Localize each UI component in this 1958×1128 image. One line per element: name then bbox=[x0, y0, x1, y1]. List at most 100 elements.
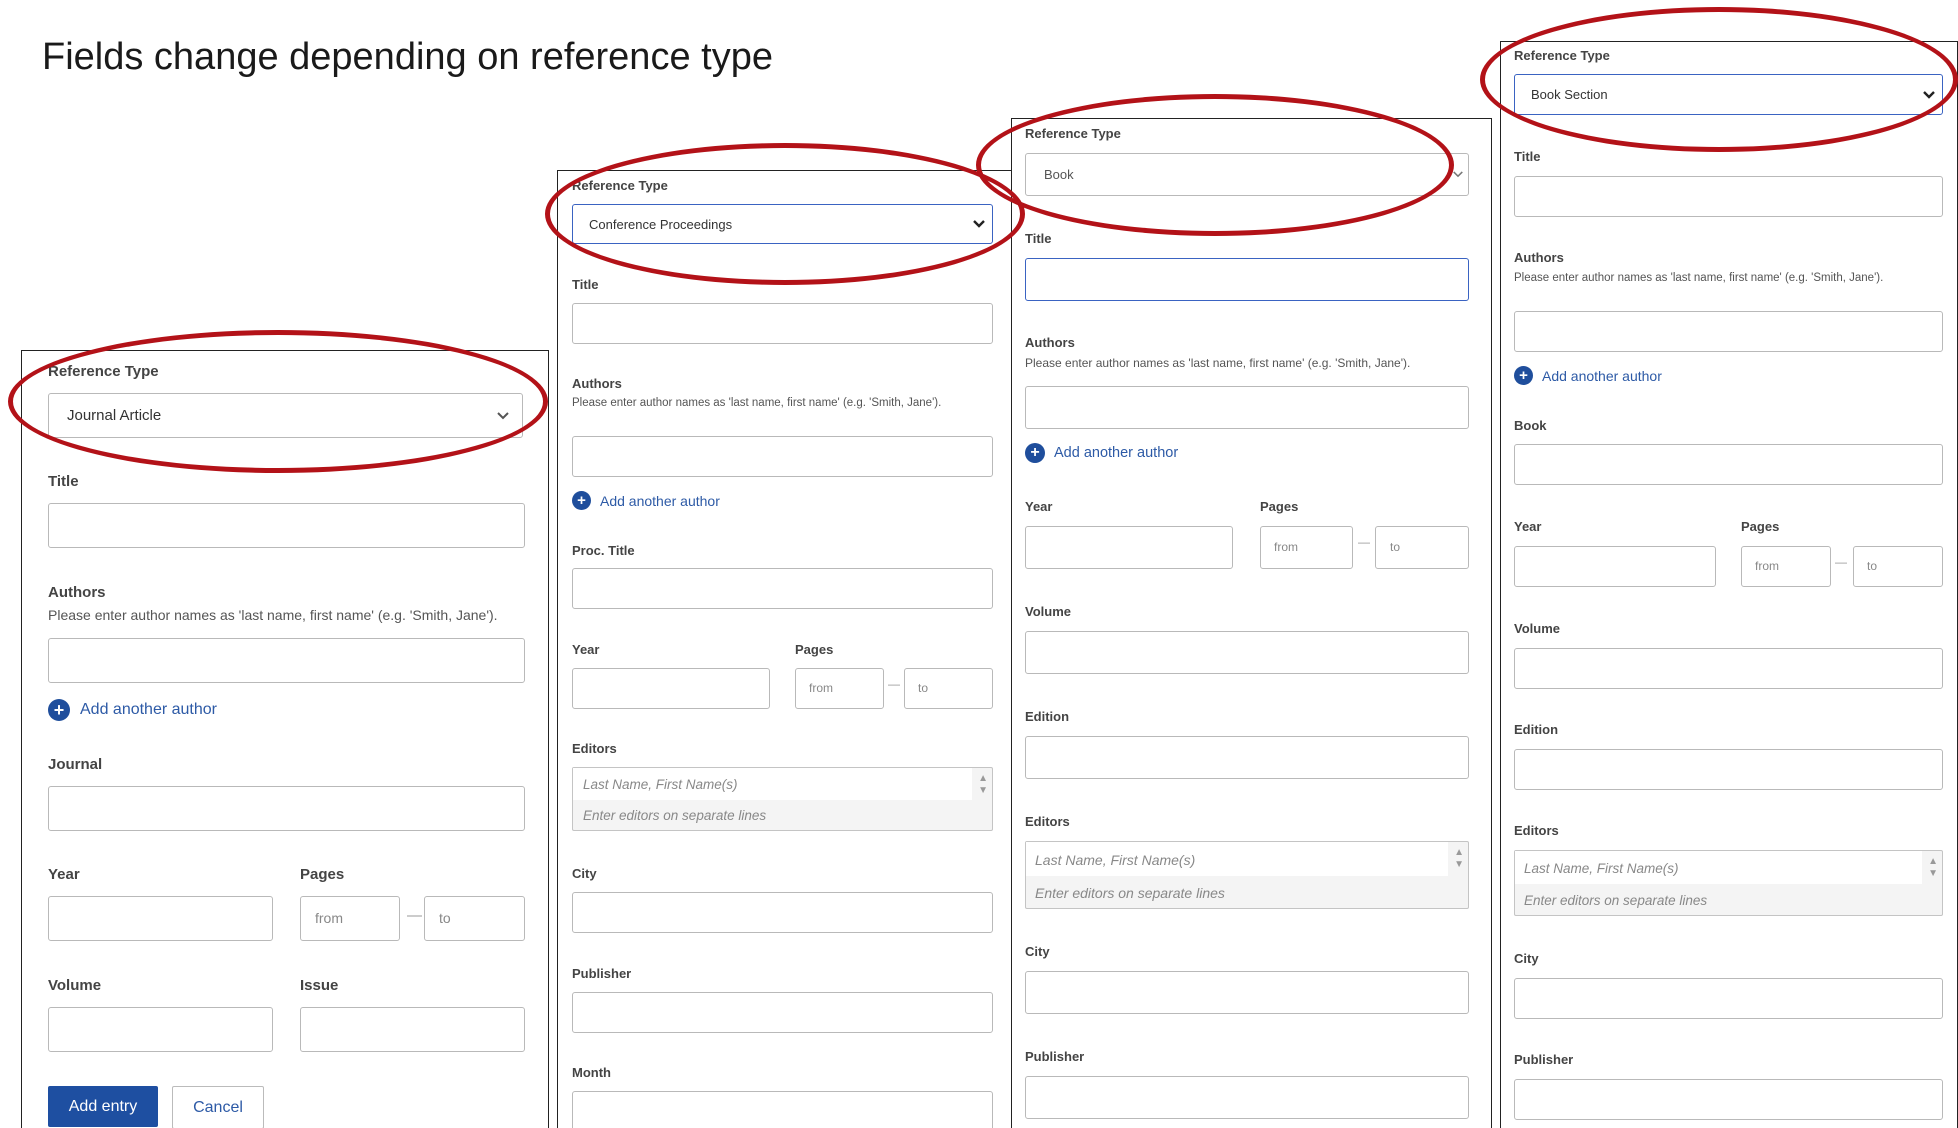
title-input[interactable] bbox=[1514, 176, 1943, 217]
scroll-up-arrow-icon[interactable]: ▲ bbox=[1928, 857, 1938, 867]
editors-label: Editors bbox=[572, 741, 617, 756]
publisher-input[interactable] bbox=[1025, 1076, 1469, 1119]
reference-type-select[interactable]: Journal Article bbox=[48, 393, 523, 438]
authors-label: Authors bbox=[48, 584, 106, 601]
scroll-up-arrow-icon[interactable]: ▲ bbox=[978, 774, 988, 784]
pages-label: Pages bbox=[795, 642, 834, 657]
pages-from-input[interactable]: from bbox=[1260, 526, 1353, 569]
journal-article-form: Reference Type Journal Article Title Aut… bbox=[21, 350, 549, 1128]
title-input[interactable] bbox=[572, 303, 993, 344]
reference-type-label: Reference Type bbox=[1025, 126, 1121, 141]
author-input[interactable] bbox=[48, 638, 525, 683]
scroll-down-arrow-icon[interactable]: ▼ bbox=[978, 786, 988, 796]
issue-input[interactable] bbox=[300, 1007, 525, 1052]
pages-to-input[interactable]: to bbox=[424, 896, 525, 941]
title-input[interactable] bbox=[1025, 258, 1469, 301]
author-input[interactable] bbox=[1025, 386, 1469, 429]
editors-textarea[interactable]: Last Name, First Name(s) Enter editors o… bbox=[1514, 850, 1943, 916]
month-input[interactable] bbox=[572, 1091, 993, 1128]
pages-from-placeholder: from bbox=[1274, 540, 1298, 554]
title-label: Title bbox=[1514, 149, 1541, 164]
month-label: Month bbox=[572, 1065, 611, 1080]
pages-to-input[interactable]: to bbox=[1375, 526, 1469, 569]
edition-input[interactable] bbox=[1514, 749, 1943, 790]
volume-input[interactable] bbox=[48, 1007, 273, 1052]
year-input[interactable] bbox=[1025, 526, 1233, 569]
city-input[interactable] bbox=[1514, 978, 1943, 1019]
author-input[interactable] bbox=[572, 436, 993, 477]
authors-label: Authors bbox=[572, 376, 622, 391]
pages-label: Pages bbox=[1260, 499, 1299, 514]
edition-input[interactable] bbox=[1025, 736, 1469, 779]
add-another-author-link[interactable]: + Add another author bbox=[572, 491, 720, 510]
pages-to-placeholder: to bbox=[918, 681, 929, 695]
reference-type-value: Book Section bbox=[1531, 87, 1608, 102]
pages-from-input[interactable]: from bbox=[795, 668, 884, 709]
year-label: Year bbox=[1025, 499, 1053, 514]
pages-to-input[interactable]: to bbox=[904, 668, 993, 709]
editors-label: Editors bbox=[1025, 814, 1070, 829]
reference-type-select[interactable]: Book Section bbox=[1514, 74, 1943, 115]
author-input[interactable] bbox=[1514, 311, 1943, 352]
volume-input[interactable] bbox=[1514, 648, 1943, 689]
scroll-down-arrow-icon[interactable]: ▼ bbox=[1928, 869, 1938, 879]
volume-label: Volume bbox=[1514, 621, 1560, 636]
add-another-author-link[interactable]: + Add another author bbox=[1514, 366, 1662, 385]
pages-label: Pages bbox=[1741, 519, 1780, 534]
pages-to-input[interactable]: to bbox=[1853, 546, 1943, 587]
proc-title-input[interactable] bbox=[572, 568, 993, 609]
reference-type-select[interactable]: Conference Proceedings bbox=[572, 204, 993, 244]
plus-circle-icon: + bbox=[48, 699, 70, 721]
add-author-label: Add another author bbox=[80, 701, 217, 718]
city-label: City bbox=[1514, 951, 1539, 966]
issue-label: Issue bbox=[300, 977, 339, 994]
city-label: City bbox=[572, 866, 597, 881]
reference-type-label: Reference Type bbox=[48, 363, 159, 380]
authors-hint: Please enter author names as 'last name,… bbox=[48, 607, 498, 623]
journal-label: Journal bbox=[48, 756, 103, 773]
reference-type-select[interactable]: Book bbox=[1025, 153, 1469, 196]
editors-placeholder-line-2: Enter editors on separate lines bbox=[583, 808, 767, 823]
editors-placeholder-line-2: Enter editors on separate lines bbox=[1035, 885, 1225, 901]
scroll-down-arrow-icon[interactable]: ▼ bbox=[1454, 860, 1464, 870]
reference-type-value: Book bbox=[1044, 167, 1074, 182]
title-input[interactable] bbox=[48, 503, 525, 548]
editors-placeholder-line-1: Last Name, First Name(s) bbox=[1524, 861, 1679, 876]
publisher-label: Publisher bbox=[1025, 1049, 1085, 1064]
add-author-label: Add another author bbox=[1542, 367, 1662, 384]
authors-label: Authors bbox=[1025, 335, 1075, 350]
title-label: Title bbox=[572, 277, 599, 292]
scroll-up-arrow-icon[interactable]: ▲ bbox=[1454, 848, 1464, 858]
cancel-button[interactable]: Cancel bbox=[172, 1086, 264, 1128]
journal-input[interactable] bbox=[48, 786, 525, 831]
pages-from-placeholder: from bbox=[1755, 559, 1779, 573]
plus-circle-icon: + bbox=[572, 491, 591, 510]
city-input[interactable] bbox=[1025, 971, 1469, 1014]
reference-type-value: Journal Article bbox=[67, 407, 162, 424]
add-another-author-link[interactable]: + Add another author bbox=[1025, 443, 1178, 463]
book-input[interactable] bbox=[1514, 444, 1943, 485]
add-another-author-link[interactable]: + Add another author bbox=[48, 699, 217, 721]
editors-textarea[interactable]: Last Name, First Name(s) Enter editors o… bbox=[1025, 841, 1469, 909]
add-author-label: Add another author bbox=[1054, 445, 1179, 461]
add-author-label: Add another author bbox=[600, 492, 720, 509]
pages-from-input[interactable]: from bbox=[1741, 546, 1831, 587]
edition-label: Edition bbox=[1514, 722, 1559, 737]
year-input[interactable] bbox=[1514, 546, 1716, 587]
year-label: Year bbox=[48, 866, 80, 883]
publisher-input[interactable] bbox=[572, 992, 993, 1033]
year-input[interactable] bbox=[48, 896, 273, 941]
volume-label: Volume bbox=[48, 977, 102, 994]
volume-input[interactable] bbox=[1025, 631, 1469, 674]
pages-from-input[interactable]: from bbox=[300, 896, 400, 941]
add-entry-button[interactable]: Add entry bbox=[48, 1086, 158, 1127]
conference-proceedings-form: Reference Type Conference Proceedings Ti… bbox=[557, 170, 1012, 1128]
editors-textarea[interactable]: Last Name, First Name(s) Enter editors o… bbox=[572, 767, 993, 831]
editors-placeholder-line-2: Enter editors on separate lines bbox=[1524, 893, 1708, 908]
chevron-down-icon bbox=[973, 220, 985, 228]
reference-type-value: Conference Proceedings bbox=[589, 216, 733, 232]
year-input[interactable] bbox=[572, 668, 770, 709]
publisher-input[interactable] bbox=[1514, 1079, 1943, 1120]
chevron-down-icon bbox=[497, 411, 509, 419]
city-input[interactable] bbox=[572, 892, 993, 933]
